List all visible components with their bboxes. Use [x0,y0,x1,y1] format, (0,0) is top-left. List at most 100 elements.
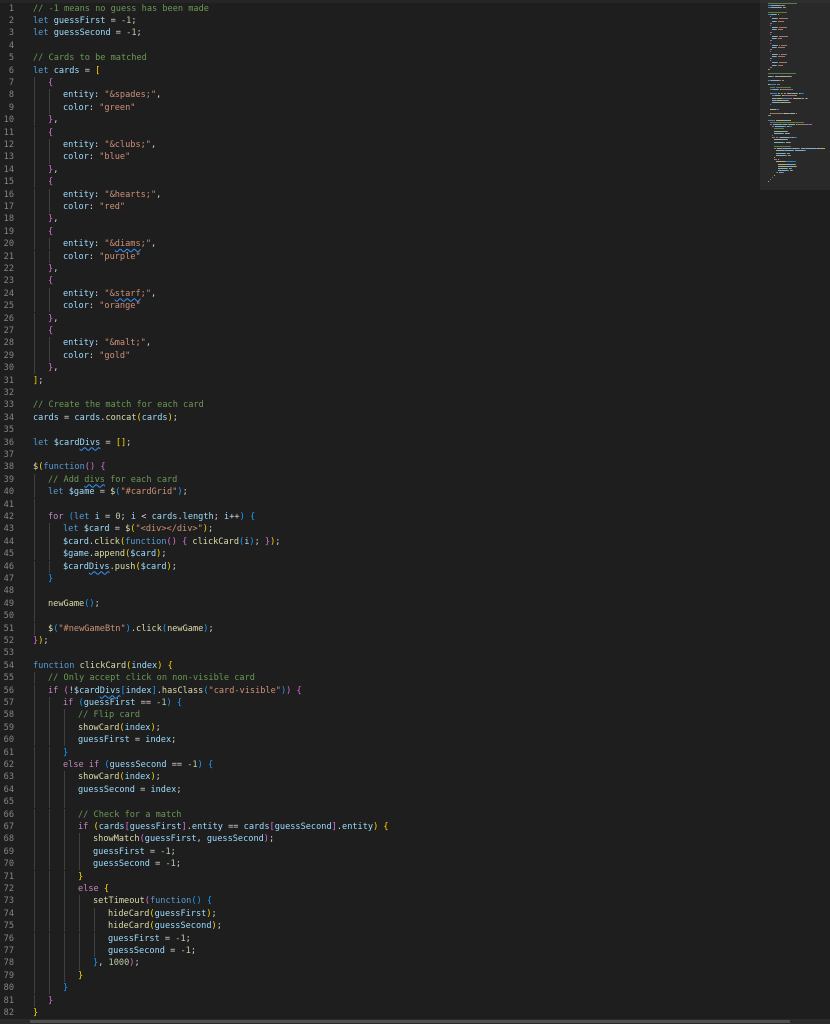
code-line[interactable]: showMatch(guessFirst, guessSecond); [93,833,274,845]
code-line[interactable]: entity: "&spades;", [63,89,161,101]
code-line[interactable]: } [63,982,68,994]
code-line[interactable]: }, 1000); [93,957,140,969]
code-line[interactable]: let cards = [ [33,65,100,77]
minimap-mark [778,84,780,86]
code-line[interactable]: else if (guessSecond == -1) { [63,759,213,771]
code-line[interactable]: showCard(index); [78,722,161,734]
code-line[interactable]: entity: "&starf;", [63,288,156,300]
code-area[interactable]: // -1 means no guess has been made let gu… [33,0,753,1024]
code-line[interactable]: $game.append($card); [63,548,167,560]
code-line[interactable]: } [78,970,83,982]
code-line[interactable]: hideCard(guessFirst); [108,908,217,920]
code-line[interactable]: $card.click(function() { clickCard(i); }… [63,536,280,548]
code-line[interactable]: color: "blue" [63,151,130,163]
code-token: , [53,115,59,126]
code-line[interactable]: $(function() { [33,461,106,473]
code-line[interactable]: $("#newGameBtn").click(newGame); [48,623,214,635]
code-line[interactable]: for (let i = 0; i < cards.length; i++) { [48,511,255,523]
code-token: , [151,288,157,299]
code-line[interactable]: }, [48,164,58,176]
code-line[interactable]: let guessFirst = -1; [33,15,137,27]
code-line[interactable]: }); [33,635,49,647]
code-line[interactable]: } [63,747,68,759]
code-line[interactable]: color: "red" [63,201,125,213]
code-line[interactable]: function clickCard(index) { [33,660,173,672]
code-line[interactable]: $cardDivs.push($card); [63,561,177,573]
code-line[interactable]: cards = cards.concat(cards); [33,412,178,424]
code-line[interactable]: { [48,226,53,238]
code-line[interactable]: guessSecond = index; [78,784,182,796]
code-line[interactable]: // Add divs for each card [48,474,177,486]
code-line[interactable]: // Flip card [78,709,140,721]
code-line[interactable]: guessFirst = index; [78,734,176,746]
code-line[interactable]: let guessSecond = -1; [33,27,142,39]
code-line[interactable]: } [48,995,53,1007]
code-line[interactable]: color: "purple" [63,251,141,263]
code-line[interactable]: }, [48,213,58,225]
code-token: guessSecond [274,821,332,832]
code-line[interactable]: guessFirst = -1; [93,846,176,858]
code-line[interactable]: if (!$cardDivs[index].hasClass("card-vis… [48,685,302,697]
minimap[interactable] [760,0,830,190]
code-line[interactable]: entity: "&diams;", [63,238,156,250]
code-line[interactable]: ]; [33,375,43,387]
code-line[interactable]: let $game = $("#cardGrid"); [48,486,188,498]
code-line[interactable]: } [33,1007,38,1019]
code-line[interactable]: else { [78,883,109,895]
code-token: == [135,697,157,708]
line-number: 58 [3,710,14,721]
code-line[interactable]: entity: "&clubs;", [63,139,156,151]
code-line[interactable]: guessSecond = -1; [108,945,196,957]
minimap-mark [770,31,772,33]
code-line[interactable]: } [48,573,53,585]
code-line[interactable]: showCard(index); [78,771,161,783]
code-line[interactable]: { [48,275,53,287]
vertical-scrollbar[interactable] [824,0,830,1024]
code-line[interactable]: }, [48,263,58,275]
code-token: index [150,784,177,795]
code-token: () [191,896,202,907]
code-line[interactable]: // -1 means no guess has been made [33,3,209,15]
indent-guide [34,349,35,363]
code-line[interactable]: color: "orange" [63,300,141,312]
code-line[interactable]: entity: "&malt;", [63,337,151,349]
minimap-mark [778,93,781,95]
code-token: ; [254,536,265,547]
code-line[interactable]: { [48,127,53,139]
minimap-mark [789,126,792,128]
code-line[interactable]: entity: "&hearts;", [63,189,161,201]
code-line[interactable]: guessFirst = -1; [108,933,191,945]
code-line[interactable]: newGame(); [48,598,100,610]
code-line[interactable]: { [48,176,53,188]
code-line[interactable]: setTimeout(function() { [93,895,212,907]
code-line[interactable]: let $cardDivs = []; [33,437,131,449]
line-number: 36 [3,437,14,448]
code-line[interactable]: color: "green" [63,102,135,114]
code-editor[interactable]: 1 2 3 4 5 6 7 8 9 10 11 12 13 14 15 16 17 18 19 20 21 22 23 24 2… [0,0,830,1024]
code-line[interactable]: // Check for a match [78,809,181,821]
code-line[interactable]: // Cards to be matched [33,52,147,64]
indent-guide [34,76,35,90]
code-token: newGame [167,623,204,634]
line-number: 40 [3,487,14,498]
code-line[interactable]: // Create the match for each card [33,399,204,411]
code-line[interactable]: }, [48,313,58,325]
code-line[interactable]: }, [48,362,58,374]
code-line[interactable]: { [48,77,53,89]
code-line[interactable]: if (cards[guessFirst].entity == cards[gu… [78,821,389,833]
code-line[interactable]: } [78,871,83,883]
minimap-mark [788,99,790,101]
code-line[interactable]: // Only accept click on non-visible card [48,672,255,684]
code-line[interactable]: if (guessFirst == -1) { [63,697,182,709]
indent-guide [34,312,35,325]
code-line[interactable]: let $card = $("<div></div>"); [63,523,213,535]
line-number: 69 [3,846,14,857]
horizontal-scrollbar-thumb[interactable] [30,1020,790,1023]
code-line[interactable]: guessSecond = -1; [93,858,181,870]
indent-guide [49,982,50,995]
code-line[interactable]: hideCard(guessSecond); [108,920,222,932]
code-token: $card [83,524,110,535]
code-line[interactable]: }, [48,114,58,126]
code-line[interactable]: color: "gold" [63,350,130,362]
code-line[interactable]: { [48,325,53,337]
